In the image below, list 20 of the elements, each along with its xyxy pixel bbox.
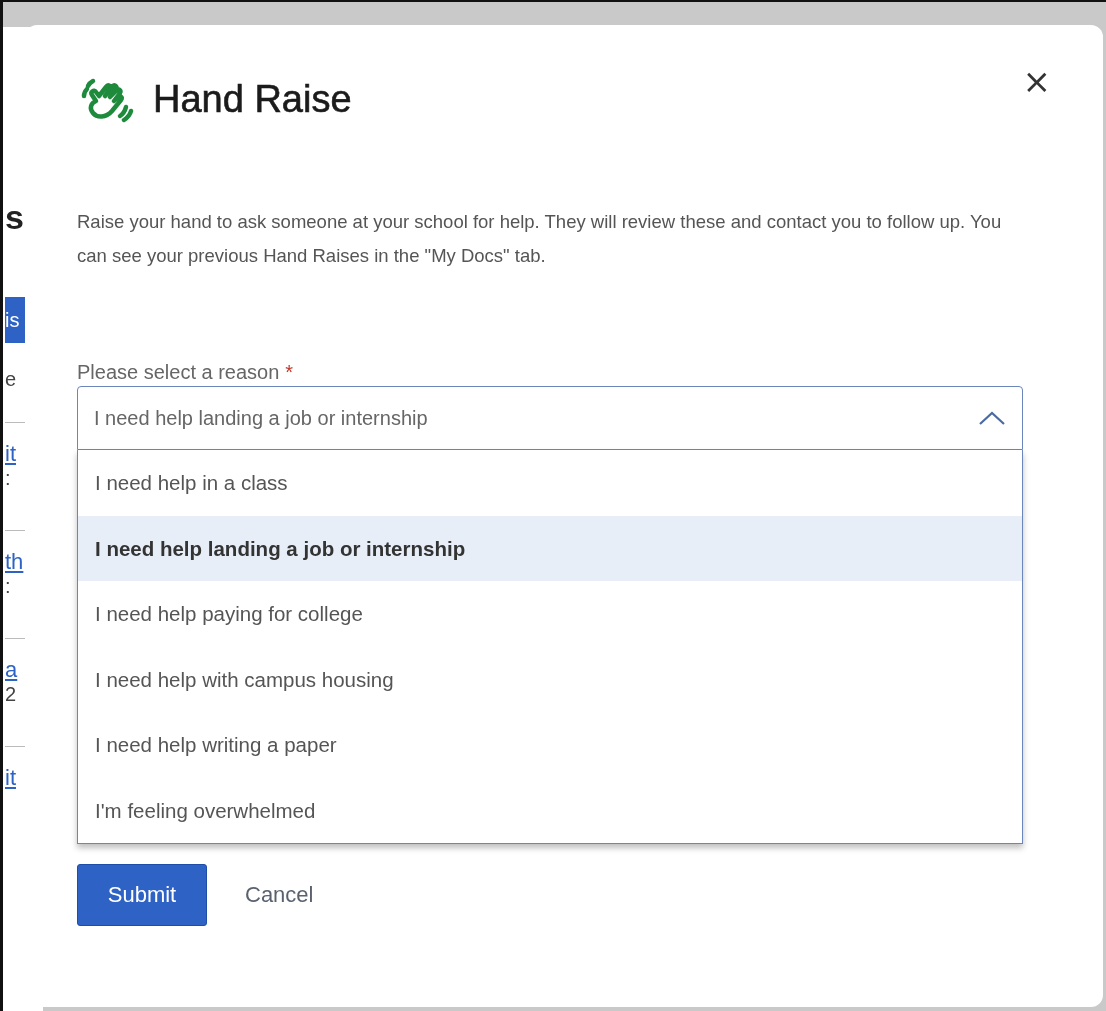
reason-dropdown[interactable]: I need help landing a job or internship: [77, 386, 1023, 450]
dropdown-option[interactable]: I need help with campus housing: [78, 646, 1022, 712]
page-heading: s: [5, 197, 25, 238]
dropdown-option[interactable]: I need help in a class: [78, 450, 1022, 516]
page-text: :: [5, 467, 12, 490]
description-text: Raise your hand to ask someone at your school for help. They will review these and contact you to follow up. You can see your previous Hand Raises in the "My Docs" tab.: [77, 210, 1003, 268]
dialog-title: Hand Raise: [153, 77, 352, 121]
close-button[interactable]: ×: [1022, 61, 1051, 101]
cancel-button[interactable]: Cancel: [245, 882, 314, 908]
page-text: e: [5, 368, 18, 392]
page-text: :: [5, 575, 12, 598]
required-mark: *: [285, 361, 294, 384]
submit-button[interactable]: Submit: [77, 864, 207, 926]
page-text: 2: [5, 683, 18, 706]
dropdown-option[interactable]: I'm feeling overwhelmed: [78, 777, 1022, 843]
chevron-icon: [978, 410, 1006, 426]
dropdown-option[interactable]: I need help writing a paper: [78, 712, 1022, 778]
dropdown-option[interactable]: I need help paying for college: [78, 581, 1022, 647]
dropdown-option[interactable]: I need help landing a job or internship: [78, 515, 1022, 581]
field-label: Please select a reason: [77, 361, 280, 384]
